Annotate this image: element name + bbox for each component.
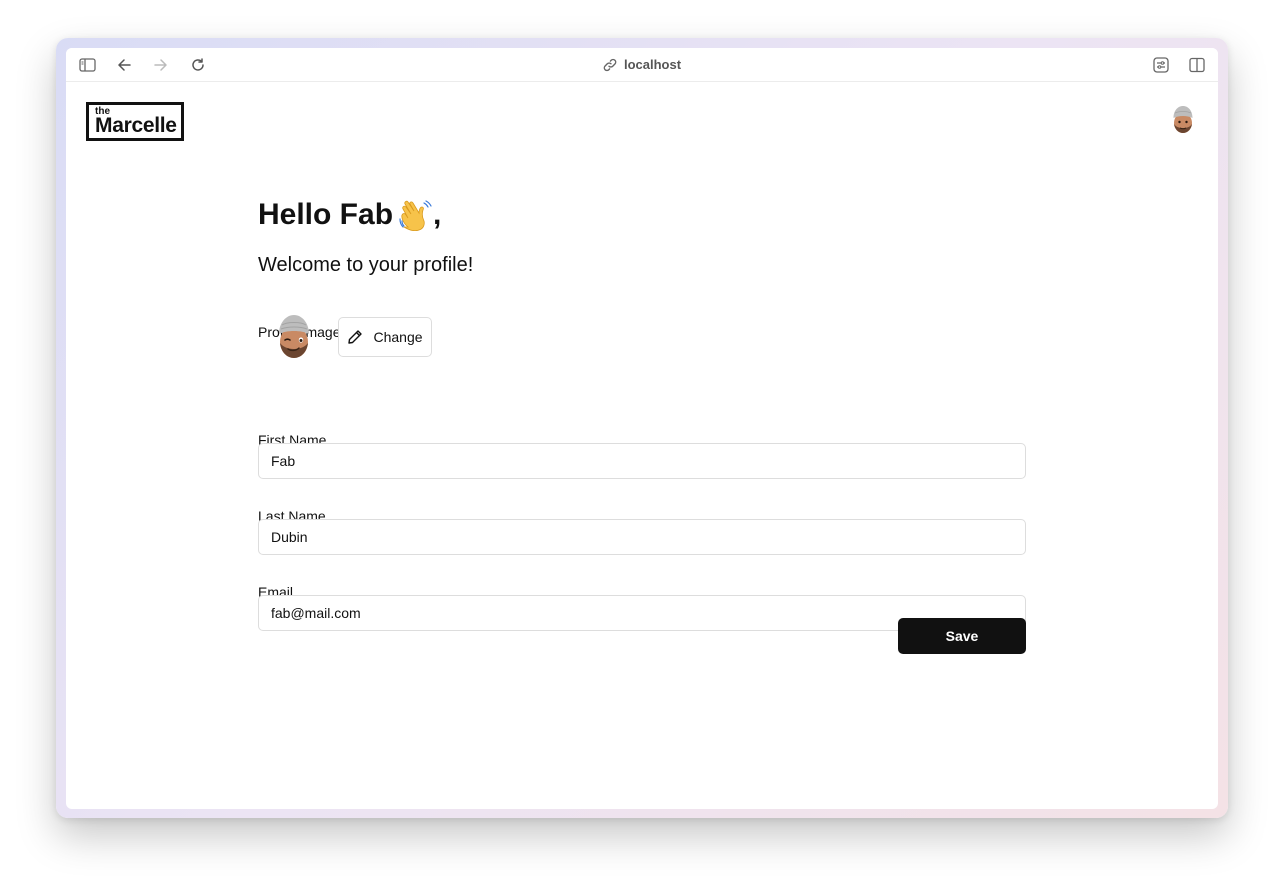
forward-icon[interactable]	[152, 56, 170, 74]
change-image-label: Change	[373, 329, 423, 345]
page-subtitle: Welcome to your profile!	[258, 254, 474, 276]
profile-image-avatar	[279, 315, 309, 358]
first-name-input[interactable]	[258, 443, 1026, 479]
last-name-input[interactable]	[258, 519, 1026, 555]
browser-window: localhost the Marcelle Hello Fab , Welco…	[66, 48, 1218, 809]
logo-main-text: Marcelle	[95, 114, 177, 137]
address-text[interactable]: localhost	[624, 57, 681, 72]
extensions-icon[interactable]	[1152, 56, 1170, 74]
user-avatar[interactable]	[1170, 104, 1196, 134]
save-button[interactable]: Save	[898, 618, 1026, 654]
greeting-text: Hello Fab	[258, 198, 394, 231]
change-image-button[interactable]: Change	[338, 317, 432, 357]
split-view-icon[interactable]	[1188, 56, 1206, 74]
marcelle-logo[interactable]: the Marcelle	[86, 102, 184, 141]
link-icon	[603, 58, 617, 72]
sidebar-icon[interactable]	[78, 56, 96, 74]
reload-icon[interactable]	[189, 56, 207, 74]
back-icon[interactable]	[115, 56, 133, 74]
browser-toolbar: localhost	[66, 48, 1218, 82]
page-title: Hello Fab ,	[258, 198, 441, 232]
waving-hand-icon	[399, 200, 432, 231]
address-bar: localhost	[66, 48, 1218, 81]
pencil-icon	[348, 330, 363, 344]
greeting-comma: ,	[433, 198, 442, 231]
browser-window-frame: localhost the Marcelle Hello Fab , Welco…	[56, 38, 1228, 818]
